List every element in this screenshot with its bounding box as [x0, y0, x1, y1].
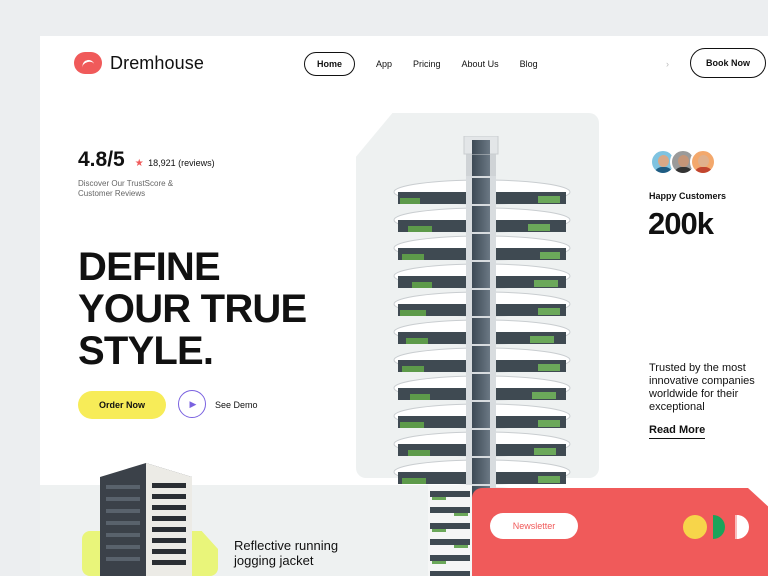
chevron-right-icon[interactable]: › — [666, 59, 669, 69]
product-title[interactable]: Reflective running jogging jacket — [234, 538, 338, 568]
building-image-base — [428, 485, 472, 576]
decorative-dots — [683, 515, 759, 539]
play-icon: ▶ — [189, 398, 197, 409]
rating-summary: 4.8/5 ★ 18,921 (reviews) — [78, 148, 215, 172]
main-nav: Home App Pricing About Us Blog — [304, 52, 559, 76]
nav-item-blog[interactable]: Blog — [520, 59, 538, 69]
avatar — [690, 149, 716, 175]
nav-item-about-us[interactable]: About Us — [462, 59, 499, 69]
review-count: 18,921 (reviews) — [148, 158, 215, 168]
order-now-button[interactable]: Order Now — [78, 391, 166, 419]
trustscore-link[interactable]: Discover Our TrustScore & Customer Revie… — [78, 179, 208, 199]
happy-customers-value: 200k — [648, 206, 714, 241]
green-half-circle-icon — [713, 515, 725, 539]
read-more-link[interactable]: Read More — [649, 424, 706, 439]
nav-item-pricing[interactable]: Pricing — [413, 59, 441, 69]
rating-score: 4.8/5 — [78, 148, 125, 171]
product-title-line: jogging jacket — [234, 553, 314, 568]
play-demo-button[interactable]: ▶ — [178, 390, 206, 418]
newsletter-button[interactable]: Newsletter — [490, 513, 578, 539]
see-demo-link[interactable]: See Demo — [215, 400, 258, 410]
rating-count-wrap: ★ 18,921 (reviews) — [135, 153, 215, 171]
logo-icon — [74, 52, 102, 74]
brand-name: Dremhouse — [110, 52, 204, 73]
product-building-image — [100, 463, 192, 576]
hero-headline: DEFINE YOUR TRUE STYLE. — [78, 245, 307, 373]
happy-customers-label: Happy Customers — [649, 191, 727, 201]
landing-page: Dremhouse Home App Pricing About Us Blog… — [40, 36, 768, 576]
trusted-text: Trusted by the most innovative companies… — [649, 362, 755, 413]
customer-avatars — [650, 149, 716, 175]
book-now-button[interactable]: Book Now — [690, 48, 766, 78]
white-half-circle-icon — [735, 515, 749, 539]
headline-line: YOUR TRUE — [78, 287, 307, 331]
headline-line: STYLE. — [78, 329, 214, 373]
headline-line: DEFINE — [78, 245, 221, 289]
yellow-circle-icon — [683, 515, 707, 539]
brand-logo[interactable]: Dremhouse — [74, 52, 204, 74]
nav-item-home[interactable]: Home — [304, 52, 356, 76]
star-icon: ★ — [134, 158, 144, 169]
nav-item-app[interactable]: App — [376, 59, 392, 69]
product-title-line: Reflective running — [234, 538, 339, 553]
